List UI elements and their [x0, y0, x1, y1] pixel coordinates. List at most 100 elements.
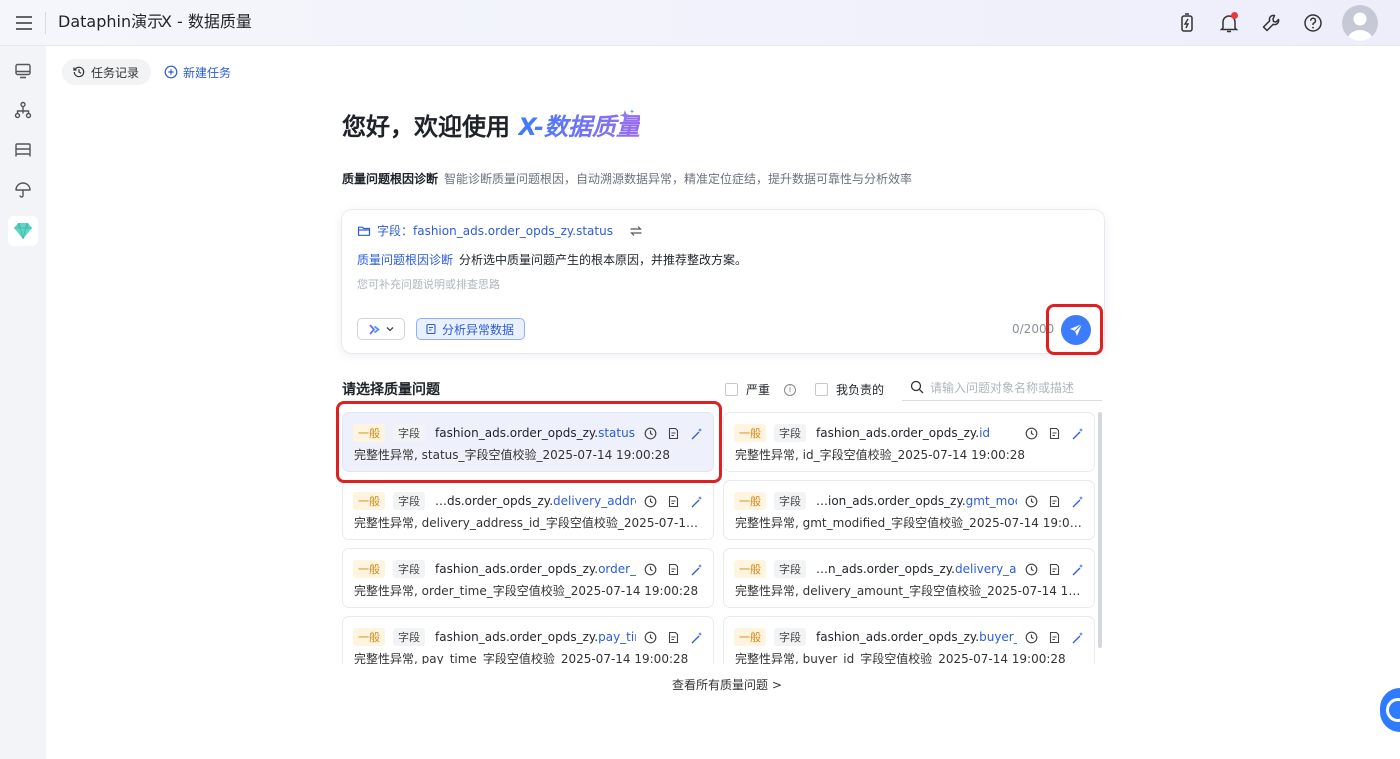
feature-title: 质量问题根因诊断 [342, 172, 439, 186]
level-tag: 一般 [734, 492, 766, 510]
swap-icon[interactable] [629, 224, 643, 238]
mine-label: 我负责的 [836, 383, 885, 397]
clock-icon[interactable] [1025, 495, 1038, 508]
top-bar: Dataphin演示 X - 数据质量 [0, 0, 1400, 46]
issue-search-input[interactable]: 请输入问题对象名称或描述 [902, 374, 1102, 401]
prompt-input[interactable]: 您可补充问题说明或排查思路 [357, 276, 500, 292]
issue-description: 完整性异常, pay_time_字段空值校验_2025-07-14 19:00:… [354, 652, 689, 664]
issue-description: 完整性异常, gmt_modified_字段空值校验_2025-07-14 19… [735, 516, 1082, 530]
issue-description: 完整性异常, id_字段空值校验_2025-07-14 19:00:28 [735, 448, 1026, 462]
analyze-anomaly-button[interactable]: 分析异常数据 [416, 318, 526, 340]
issue-object-name: …n_ads.order_opds_zy.delivery_amount [816, 562, 1017, 576]
chevron-down-icon [386, 327, 393, 332]
main-area: 任务记录 新建任务 您好，欢迎使用 X-数据质量 质量问题根因诊断 智能诊断质量问… [46, 46, 1400, 759]
issue-card[interactable]: 一般 字段 …ion_ads.order_opds_zy.gmt_modifie… [723, 480, 1095, 540]
severe-checkbox[interactable] [725, 383, 738, 396]
magic-wand-icon[interactable] [1071, 427, 1084, 440]
mine-checkbox[interactable] [815, 383, 828, 396]
wrench-icon[interactable] [1260, 12, 1282, 34]
severe-label: 严重 [746, 383, 771, 397]
welcome-heading: 您好，欢迎使用 X-数据质量 [342, 110, 640, 144]
clock-icon[interactable] [644, 631, 657, 644]
issue-card[interactable]: 一般 字段 fashion_ads.order_opds_zy.id 完整性异常… [723, 412, 1095, 472]
clock-icon[interactable] [1025, 427, 1038, 440]
new-task-button[interactable]: 新建任务 [164, 59, 231, 85]
clock-icon[interactable] [644, 495, 657, 508]
issue-card[interactable]: 一般 字段 …n_ads.order_opds_zy.delivery_amou… [723, 548, 1095, 608]
history-icon [73, 66, 85, 78]
type-tag: 字段 [774, 628, 806, 646]
magic-wand-icon[interactable] [1071, 631, 1084, 644]
document-icon [426, 323, 436, 335]
diamond-icon[interactable] [8, 216, 38, 246]
umbrella-icon[interactable] [8, 175, 38, 205]
field-label: 字段：fashion_ads.order_opds_zy.status [377, 224, 613, 238]
issue-object-name: fashion_ads.order_opds_zy.order_time [435, 562, 636, 576]
task-history-label: 任务记录 [91, 65, 140, 80]
type-tag: 字段 [774, 424, 806, 442]
info-icon[interactable]: i [784, 383, 797, 396]
menu-icon[interactable] [14, 13, 34, 33]
magic-wand-icon[interactable] [690, 631, 703, 644]
report-icon[interactable] [1048, 631, 1061, 644]
issue-card[interactable]: 一般 字段 fashion_ads.order_opds_zy.order_ti… [342, 548, 714, 608]
view-all-issues-link[interactable]: 查看所有质量问题 > [672, 676, 782, 693]
issue-description: 完整性异常, buyer_id_字段空值校验_2025-07-14 19:00:… [735, 652, 1066, 664]
model-logo-icon [368, 323, 380, 335]
monitor-icon[interactable] [8, 56, 38, 86]
filter-severe[interactable]: 严重 i [725, 381, 797, 398]
report-icon[interactable] [1048, 495, 1061, 508]
level-tag: 一般 [734, 628, 766, 646]
model-selector[interactable] [357, 318, 405, 340]
task-history-button[interactable]: 任务记录 [62, 59, 152, 85]
notification-dot [1231, 12, 1238, 19]
magic-wand-icon[interactable] [1071, 495, 1084, 508]
issue-description: 完整性异常, delivery_address_id_字段空值校验_2025-0… [354, 516, 701, 530]
type-tag: 字段 [393, 492, 425, 510]
sidebar [0, 46, 46, 759]
clock-icon[interactable] [644, 563, 657, 576]
feature-description: 质量问题根因诊断 智能诊断质量问题根因，自动溯源数据异常，精准定位症结，提升数据可… [342, 170, 912, 188]
issue-object-name: fashion_ads.order_opds_zy.pay_time [435, 630, 636, 644]
issue-card[interactable]: 一般 字段 fashion_ads.order_opds_zy.pay_time… [342, 616, 714, 664]
issues-heading: 请选择质量问题 [342, 382, 440, 398]
report-icon[interactable] [667, 563, 680, 576]
selected-issue-highlight-box [336, 401, 722, 483]
magic-wand-icon[interactable] [690, 495, 703, 508]
magic-wand-icon[interactable] [690, 563, 703, 576]
mode-desc: 分析选中质量问题产生的根本原因，并推荐整改方案。 [459, 253, 748, 267]
mode-line: 质量问题根因诊断 分析选中质量问题产生的根本原因，并推荐整改方案。 [357, 251, 747, 268]
report-icon[interactable] [1048, 427, 1061, 440]
issue-object-name: fashion_ads.order_opds_zy.id [816, 426, 991, 440]
issue-list-scrollbar[interactable] [1098, 412, 1102, 648]
mode-label[interactable]: 质量问题根因诊断 [357, 253, 453, 267]
table-icon[interactable] [8, 135, 38, 165]
magic-wand-icon[interactable] [1071, 563, 1084, 576]
help-icon[interactable] [1302, 12, 1324, 34]
filter-mine[interactable]: 我负责的 [815, 381, 884, 398]
app-name[interactable]: Dataphin演示 [58, 11, 163, 33]
avatar[interactable] [1342, 5, 1378, 41]
analyze-anomaly-label: 分析异常数据 [442, 322, 515, 337]
clock-icon[interactable] [1025, 631, 1038, 644]
report-icon[interactable] [667, 495, 680, 508]
level-tag: 一般 [353, 492, 385, 510]
level-tag: 一般 [734, 560, 766, 578]
search-placeholder: 请输入问题对象名称或描述 [930, 380, 1075, 395]
hierarchy-icon[interactable] [8, 95, 38, 125]
type-tag: 字段 [774, 560, 806, 578]
battery-charge-icon[interactable] [1176, 12, 1198, 34]
type-tag: 字段 [393, 628, 425, 646]
bell-icon[interactable] [1218, 12, 1240, 34]
report-icon[interactable] [1048, 563, 1061, 576]
issue-card[interactable]: 一般 字段 fashion_ads.order_opds_zy.buyer_id… [723, 616, 1095, 664]
issue-description: 完整性异常, delivery_amount_字段空值校验_2025-07-14… [735, 584, 1082, 598]
field-selector[interactable]: 字段：fashion_ads.order_opds_zy.status [357, 222, 643, 239]
report-icon[interactable] [667, 631, 680, 644]
issue-description: 完整性异常, order_time_字段空值校验_2025-07-14 19:0… [354, 584, 699, 598]
issue-card[interactable]: 一般 字段 …ds.order_opds_zy.delivery_address… [342, 480, 714, 540]
level-tag: 一般 [353, 560, 385, 578]
issue-object-name: fashion_ads.order_opds_zy.buyer_id [816, 630, 1017, 644]
clock-icon[interactable] [1025, 563, 1038, 576]
type-tag: 字段 [393, 560, 425, 578]
